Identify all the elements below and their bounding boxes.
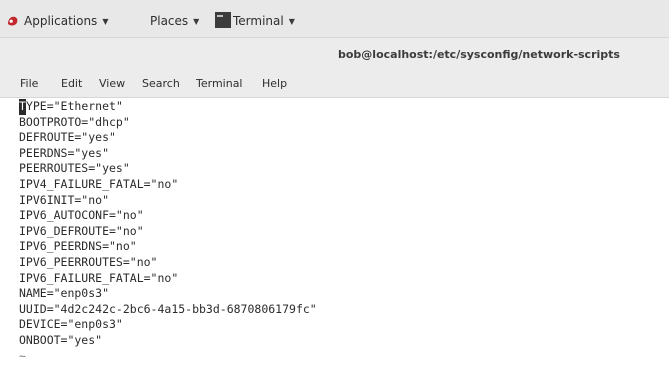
applications-label: Applications [24,14,98,28]
vim-empty-line-marker: ~ [19,348,26,363]
terminal-app-label: Terminal [233,14,284,28]
terminal-line: IPV4_FAILURE_FATAL="no" [19,176,179,191]
places-menu[interactable]: Places ▼ [150,12,199,30]
terminal-app-menu[interactable]: Terminal ▼ [215,12,295,30]
places-label: Places [150,14,189,28]
window-title: bob@localhost:/etc/sysconfig/network-scr… [338,48,620,61]
terminal-line: IPV6_AUTOCONF="no" [19,208,144,223]
terminal-line: TYPE="Ethernet" [19,99,317,115]
terminal-line: IPV6_PEERROUTES="no" [19,254,158,269]
terminal-text: TYPE="Ethernet" BOOTPROTO="dhcp" DEFROUT… [19,99,317,364]
terminal-line: ONBOOT="yes" [19,332,103,347]
applications-menu[interactable]: Applications ▼ [24,12,108,30]
menu-bar: File Edit View Search Terminal Help [0,68,669,98]
top-panel: Applications ▼ Places ▼ Terminal ▼ [0,0,669,38]
terminal-line: IPV6_PEERDNS="no" [19,239,137,254]
terminal-line: NAME="enp0s3" [19,286,110,301]
terminal-line: IPV6_FAILURE_FATAL="no" [19,270,179,285]
terminal-line: DEVICE="enp0s3" [19,317,123,332]
gnome-foot-icon [8,16,18,26]
menu-terminal[interactable]: Terminal [196,77,243,90]
chevron-down-icon: ▼ [288,17,295,26]
terminal-content[interactable]: TYPE="Ethernet" BOOTPROTO="dhcp" DEFROUT… [0,98,669,377]
terminal-line-text: YPE="Ethernet" [25,99,123,113]
window-title-bar[interactable]: bob@localhost:/etc/sysconfig/network-scr… [0,38,669,68]
menu-help[interactable]: Help [262,77,287,90]
terminal-line: UUID="4d2c242c-2bc6-4a15-bb3d-6870806179… [19,301,317,316]
menu-edit[interactable]: Edit [61,77,82,90]
menu-file[interactable]: File [20,77,38,90]
terminal-line: IPV6INIT="no" [19,192,110,207]
menu-view[interactable]: View [99,77,125,90]
chevron-down-icon: ▼ [102,17,109,26]
text-cursor: T [19,99,26,115]
terminal-line: DEFROUTE="yes" [19,130,116,145]
terminal-line: PEERDNS="yes" [19,145,110,160]
terminal-line: PEERROUTES="yes" [19,161,130,176]
chevron-down-icon: ▼ [193,17,200,26]
terminal-line: IPV6_DEFROUTE="no" [19,223,144,238]
menu-search[interactable]: Search [142,77,180,90]
terminal-line: BOOTPROTO="dhcp" [19,114,130,129]
terminal-icon [215,12,231,28]
